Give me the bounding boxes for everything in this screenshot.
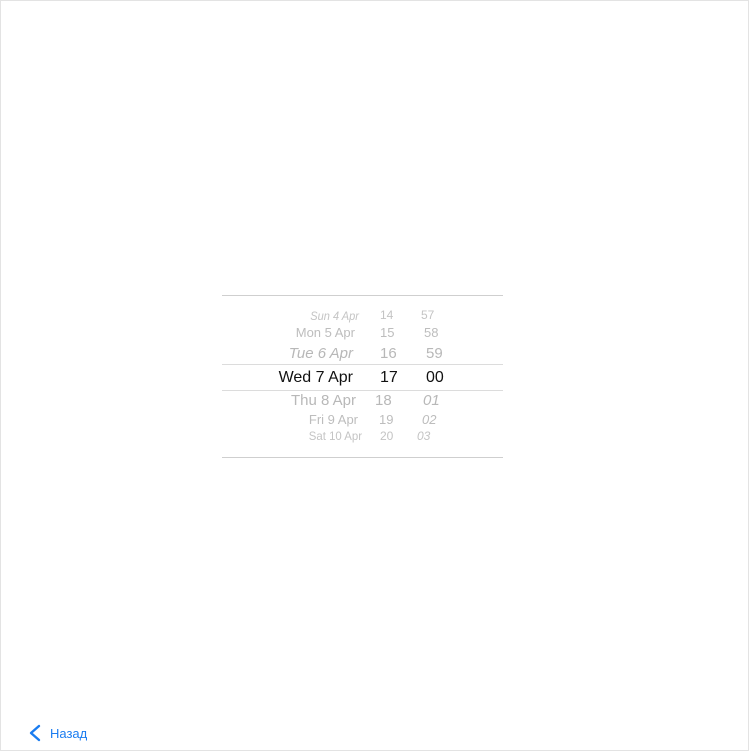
minute-option[interactable]: 57 bbox=[421, 308, 434, 322]
minute-option[interactable]: 02 bbox=[422, 412, 436, 427]
hour-option[interactable]: 20 bbox=[380, 429, 393, 443]
hour-option-selected[interactable]: 17 bbox=[380, 369, 398, 387]
day-option-selected[interactable]: Wed 7 Apr bbox=[279, 369, 353, 387]
day-option[interactable]: Thu 8 Apr bbox=[291, 392, 356, 409]
minute-option[interactable]: 58 bbox=[424, 325, 438, 340]
selection-bottom-line bbox=[222, 390, 503, 391]
hour-option[interactable]: 15 bbox=[380, 325, 394, 340]
minute-option[interactable]: 01 bbox=[423, 392, 440, 409]
back-label: Назад bbox=[50, 725, 88, 741]
minute-option[interactable]: 03 bbox=[417, 429, 430, 443]
hour-option[interactable]: 19 bbox=[379, 412, 393, 427]
minute-option-selected[interactable]: 00 bbox=[426, 369, 444, 387]
day-option[interactable]: Sat 10 Apr bbox=[309, 429, 362, 443]
minute-option[interactable]: 59 bbox=[426, 345, 443, 362]
date-time-picker[interactable]: Sun 4 Apr Mon 5 Apr Tue 6 Apr Wed 7 Apr … bbox=[222, 295, 503, 458]
day-option[interactable]: Mon 5 Apr bbox=[296, 325, 355, 340]
hour-option[interactable]: 16 bbox=[380, 345, 397, 362]
chevron-left-icon bbox=[28, 724, 42, 742]
hour-option[interactable]: 14 bbox=[380, 308, 393, 322]
picker-top-border bbox=[222, 295, 503, 296]
day-option[interactable]: Fri 9 Apr bbox=[309, 412, 358, 427]
back-button[interactable]: Назад bbox=[28, 723, 87, 743]
day-option[interactable]: Tue 6 Apr bbox=[289, 345, 353, 362]
selection-top-line bbox=[222, 364, 503, 365]
day-option[interactable]: Sun 4 Apr bbox=[310, 309, 359, 323]
hour-option[interactable]: 18 bbox=[375, 392, 392, 409]
picker-bottom-border bbox=[222, 457, 503, 458]
